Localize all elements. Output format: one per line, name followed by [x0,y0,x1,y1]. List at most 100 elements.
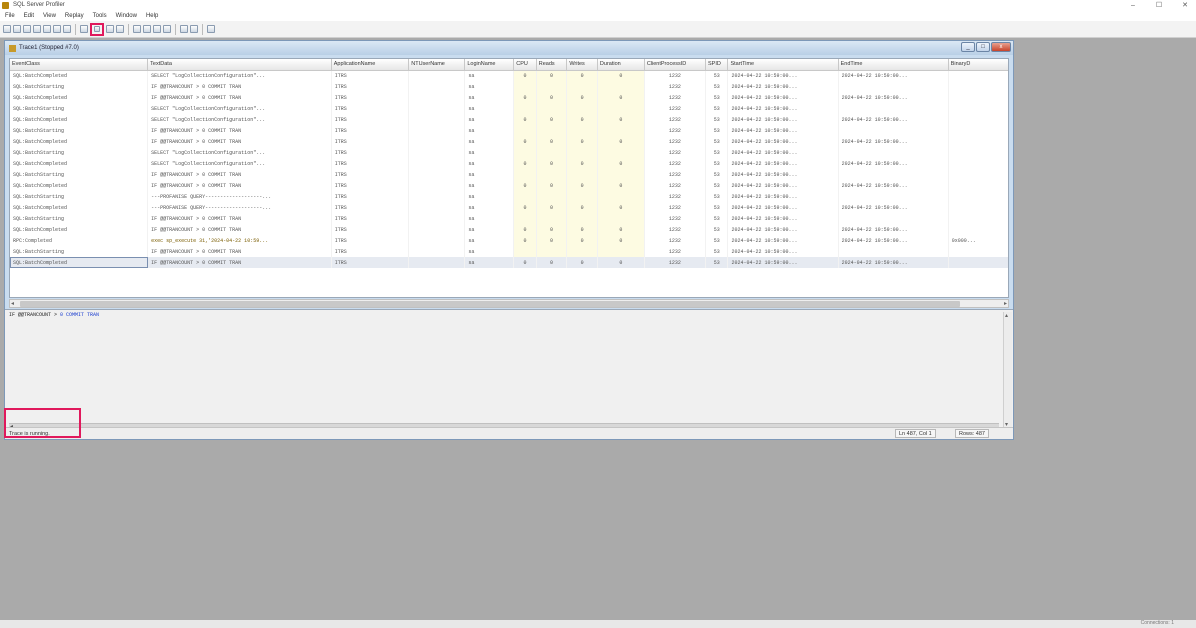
table-cell [597,213,645,224]
column-header[interactable]: NTUserName [408,59,466,71]
table-row[interactable]: SQL:BatchCompleted IF @@TRANCOUNT > 0 COM… [10,136,1008,147]
properties-icon[interactable] [43,25,51,33]
grid-horizontal-scrollbar[interactable]: ◂ ▸ [9,299,1009,308]
table-row[interactable]: SQL:BatchCompleted IF @@TRANCOUNT > 0 COM… [10,257,1008,268]
textdata-pane[interactable]: IF @@TRANCOUNT > 0 COMMIT TRAN ▴ ▾ ◂ [5,309,1013,431]
column-header[interactable]: Writes [566,59,598,71]
column-header[interactable]: StartTime [727,59,839,71]
scroll-left-icon[interactable]: ◂ [11,300,14,307]
find-icon[interactable] [53,25,61,33]
trace-event-grid[interactable]: EventClass TextData ApplicationName NTUserN… [9,58,1009,298]
run-to-cursor-icon[interactable] [153,25,161,33]
trace-close-button[interactable]: x [991,42,1011,52]
table-cell [513,191,537,202]
clear-icon[interactable] [63,25,71,33]
table-row[interactable]: SQL:BatchCompleted SELECT "LogCollectionC… [10,158,1008,169]
column-header[interactable]: ClientProcessID [644,59,707,71]
column-header[interactable]: EndTime [838,59,949,71]
table-row[interactable]: SQL:BatchCompleted SELECT "LogCollectionC… [10,114,1008,125]
column-header[interactable]: EventClass [10,59,149,71]
menu-help[interactable]: Help [146,13,158,19]
menu-edit[interactable]: Edit [24,13,34,19]
table-cell: 2024-04-22 10:59:00... [838,114,949,125]
minimize-button[interactable]: – [1128,2,1138,9]
trace-maximize-button[interactable]: □ [976,42,990,52]
table-row[interactable]: SQL:BatchStarting IF @@TRANCOUNT > 0 COMM… [10,246,1008,257]
column-header[interactable]: Reads [536,59,568,71]
table-cell [948,169,1008,180]
open-table-icon[interactable] [23,25,31,33]
toggle-breakpoint-icon[interactable] [163,25,171,33]
status-rows: Rows: 487 [955,429,989,438]
table-row[interactable]: SQL:BatchCompleted IF @@TRANCOUNT > 0 COM… [10,92,1008,103]
table-cell: 0 [566,202,598,213]
table-row[interactable]: SQL:BatchCompleted ---PROFANISE QUERY----… [10,202,1008,213]
close-button[interactable]: ✕ [1180,1,1190,9]
save-icon[interactable] [33,25,41,33]
table-row[interactable]: SQL:BatchCompleted SELECT "LogCollectionC… [10,70,1008,81]
table-cell: 53 [705,70,729,81]
activity-monitor-icon[interactable] [180,25,188,33]
table-row[interactable]: SQL:BatchStarting IF @@TRANCOUNT > 0 COMM… [10,81,1008,92]
help-icon[interactable] [207,25,215,33]
trace-icon [9,44,16,52]
table-cell: SQL:BatchCompleted [10,92,149,103]
table-cell: 0 [536,257,568,268]
menu-window[interactable]: Window [116,13,137,19]
menu-replay[interactable]: Replay [65,13,84,19]
column-header[interactable]: SPID [705,59,729,71]
stop-trace-icon[interactable] [116,25,124,33]
table-cell [948,224,1008,235]
table-row[interactable]: SQL:BatchStarting SELECT "LogCollectionCo… [10,103,1008,114]
table-cell: 0 [566,257,598,268]
replay-icon[interactable] [133,25,141,33]
pause-trace-icon[interactable] [106,25,114,33]
table-row[interactable]: RPC:Completed exec sp_execute 31,'2024-04… [10,235,1008,246]
table-cell: SQL:BatchCompleted [10,136,149,147]
erase-icon[interactable] [80,25,88,33]
table-cell: 0 [566,180,598,191]
column-header[interactable]: LoginName [464,59,515,71]
textdata-content: IF @@TRANCOUNT > 0 COMMIT TRAN [5,310,1013,320]
new-trace-icon[interactable] [3,25,11,33]
table-row[interactable]: SQL:BatchCompleted IF @@TRANCOUNT > 0 COM… [10,224,1008,235]
maximize-button[interactable]: ☐ [1154,1,1164,9]
table-cell [948,191,1008,202]
table-cell [513,103,537,114]
column-header[interactable]: CPU [513,59,537,71]
trace-window-titlebar[interactable]: Trace1 (Stopped #7.0) _ □ x [5,41,1013,55]
open-icon[interactable] [13,25,21,33]
table-row[interactable]: SQL:BatchStarting IF @@TRANCOUNT > 0 COMM… [10,169,1008,180]
menu-view[interactable]: View [43,13,56,19]
grid-scroll-thumb[interactable] [20,301,960,307]
table-cell: 2024-04-22 10:59:00... [838,257,949,268]
table-cell [597,103,645,114]
trace-minimize-button[interactable]: _ [961,42,975,52]
trace-window-title: Trace1 (Stopped #7.0) [19,45,79,51]
menu-tools[interactable]: Tools [93,13,107,19]
table-cell: 0 [597,92,645,103]
column-header[interactable]: TextData [147,59,332,71]
scroll-right-icon[interactable]: ▸ [1004,300,1007,307]
menu-file[interactable]: File [5,13,15,19]
table-cell: IF @@TRANCOUNT > 0 COMMIT TRAN [147,169,332,180]
column-header[interactable]: BinaryD [948,59,1008,71]
table-cell [536,125,568,136]
column-header[interactable]: ApplicationName [331,59,410,71]
table-cell: ITRS [331,147,410,158]
table-row[interactable]: SQL:BatchStarting IF @@TRANCOUNT > 0 COMM… [10,125,1008,136]
table-cell: ITRS [331,202,410,213]
start-trace-icon[interactable] [94,26,100,32]
scroll-up-icon[interactable]: ▴ [1005,312,1008,319]
tuning-advisor-icon[interactable] [190,25,198,33]
table-cell: SELECT "LogCollectionConfiguration"... [147,70,332,81]
table-cell: 2024-04-22 10:59:00... [838,224,949,235]
table-row[interactable]: SQL:BatchCompleted IF @@TRANCOUNT > 0 COM… [10,180,1008,191]
step-icon[interactable] [143,25,151,33]
column-header[interactable]: Duration [597,59,645,71]
textpane-vertical-scrollbar[interactable]: ▴ ▾ [1003,312,1012,428]
table-row[interactable]: SQL:BatchStarting IF @@TRANCOUNT > 0 COMM… [10,213,1008,224]
table-row[interactable]: SQL:BatchStarting SELECT "LogCollectionCo… [10,147,1008,158]
table-row[interactable]: SQL:BatchStarting ---PROFANISE QUERY-----… [10,191,1008,202]
start-trace-highlight[interactable] [90,22,104,36]
